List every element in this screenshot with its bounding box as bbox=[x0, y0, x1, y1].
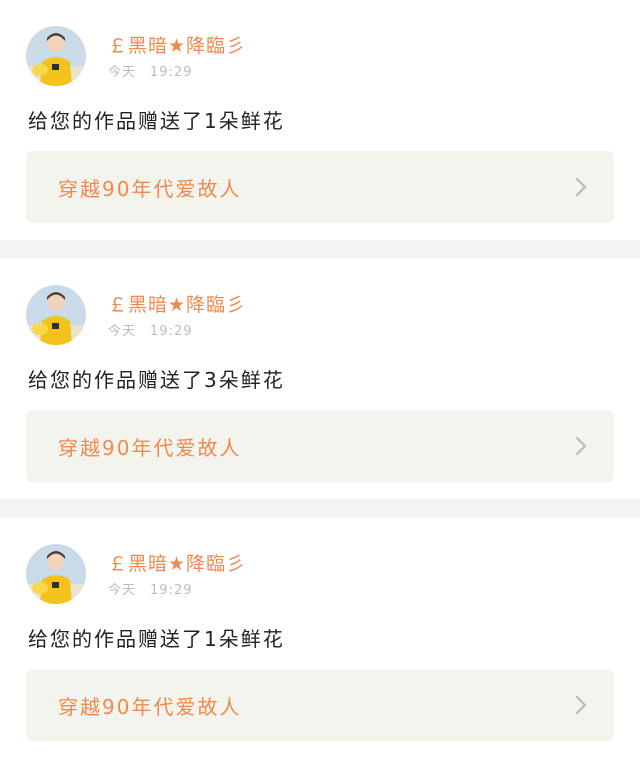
work-link-button[interactable]: 穿越90年代爱故人 bbox=[26, 151, 614, 223]
chevron-right-icon bbox=[574, 176, 588, 198]
user-name[interactable]: ￡黑暗★降臨彡 bbox=[108, 292, 246, 318]
work-title: 穿越90年代爱故人 bbox=[58, 435, 242, 460]
avatar[interactable] bbox=[26, 26, 86, 86]
avatar-image bbox=[26, 285, 86, 345]
chevron-right-icon bbox=[574, 435, 588, 457]
work-title: 穿越90年代爱故人 bbox=[58, 176, 242, 201]
notification-card: ￡黑暗★降臨彡 今天 19:29 给您的作品赠送了1朵鲜花 穿越90年代爱故人 bbox=[0, 0, 640, 240]
chevron-right-icon bbox=[574, 694, 588, 716]
notification-message: 给您的作品赠送了1朵鲜花 bbox=[28, 109, 285, 133]
avatar-image bbox=[26, 544, 86, 604]
work-link-button[interactable]: 穿越90年代爱故人 bbox=[26, 410, 614, 482]
work-title: 穿越90年代爱故人 bbox=[58, 694, 242, 719]
timestamp-day: 今天 bbox=[108, 323, 137, 339]
notification-meta: ￡黑暗★降臨彡 今天 19:29 bbox=[108, 292, 246, 339]
notification-message: 给您的作品赠送了3朵鲜花 bbox=[28, 368, 285, 392]
work-link-button[interactable]: 穿越90年代爱故人 bbox=[26, 669, 614, 741]
notification-message: 给您的作品赠送了1朵鲜花 bbox=[28, 627, 285, 651]
user-name[interactable]: ￡黑暗★降臨彡 bbox=[108, 33, 246, 59]
avatar-image bbox=[26, 26, 86, 86]
notification-meta: ￡黑暗★降臨彡 今天 19:29 bbox=[108, 33, 246, 80]
timestamp: 今天 19:29 bbox=[108, 320, 246, 339]
notification-header: ￡黑暗★降臨彡 今天 19:29 bbox=[26, 26, 246, 86]
notification-header: ￡黑暗★降臨彡 今天 19:29 bbox=[26, 285, 246, 345]
notification-header: ￡黑暗★降臨彡 今天 19:29 bbox=[26, 544, 246, 604]
user-name[interactable]: ￡黑暗★降臨彡 bbox=[108, 551, 246, 577]
section-divider bbox=[0, 240, 640, 259]
avatar[interactable] bbox=[26, 544, 86, 604]
avatar[interactable] bbox=[26, 285, 86, 345]
timestamp-time: 19:29 bbox=[150, 323, 193, 339]
notification-card: ￡黑暗★降臨彡 今天 19:29 给您的作品赠送了1朵鲜花 穿越90年代爱故人 bbox=[0, 518, 640, 758]
notification-meta: ￡黑暗★降臨彡 今天 19:29 bbox=[108, 551, 246, 598]
timestamp-time: 19:29 bbox=[150, 582, 193, 598]
notification-card: ￡黑暗★降臨彡 今天 19:29 给您的作品赠送了3朵鲜花 穿越90年代爱故人 bbox=[0, 259, 640, 499]
timestamp: 今天 19:29 bbox=[108, 61, 246, 80]
timestamp-day: 今天 bbox=[108, 582, 137, 598]
timestamp-time: 19:29 bbox=[150, 64, 193, 80]
timestamp: 今天 19:29 bbox=[108, 579, 246, 598]
timestamp-day: 今天 bbox=[108, 64, 137, 80]
section-divider bbox=[0, 499, 640, 518]
